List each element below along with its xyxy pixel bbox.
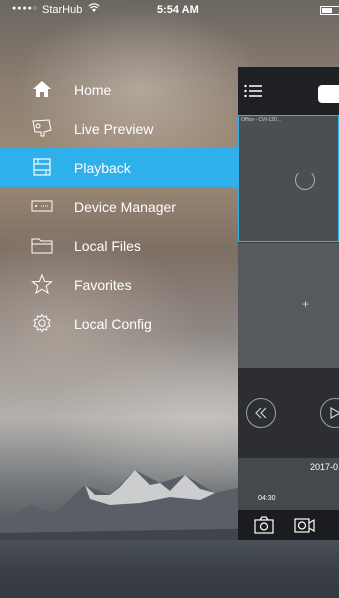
star-icon xyxy=(30,273,54,295)
menu-item-label: Device Manager xyxy=(74,199,176,215)
signal-strength: ●●●●○ xyxy=(12,5,39,12)
menu-item-label: Favorites xyxy=(74,277,132,293)
video-cell-empty[interactable]: + xyxy=(238,243,339,368)
status-time: 5:54 AM xyxy=(157,4,199,16)
main-screen-preview[interactable]: Office - CVI-120... + 2017-0 04:30 xyxy=(238,67,339,540)
rewind-button[interactable] xyxy=(246,398,276,428)
menu-item-playback[interactable]: Playback xyxy=(0,148,238,187)
timeline-time: 04:30 xyxy=(258,495,276,502)
snapshot-camera-icon[interactable] xyxy=(254,516,274,534)
playback-controls xyxy=(238,368,339,458)
side-menu: Home Live Preview Playback Device Manage… xyxy=(0,70,238,343)
menu-item-label: Live Preview xyxy=(74,121,154,137)
record-video-icon[interactable] xyxy=(294,516,315,534)
live-preview-icon xyxy=(30,117,54,139)
home-icon xyxy=(30,78,54,100)
loading-spinner-icon xyxy=(295,170,315,190)
camera-label: Office - CVI-120... xyxy=(241,117,281,123)
add-camera-icon[interactable]: + xyxy=(302,297,309,311)
menu-item-label: Home xyxy=(74,82,112,98)
menu-item-live-preview[interactable]: Live Preview xyxy=(0,109,238,148)
gear-icon xyxy=(30,312,54,334)
menu-item-label: Local Config xyxy=(74,316,152,332)
timeline[interactable]: 2017-0 04:30 xyxy=(238,458,339,510)
bottom-toolbar xyxy=(238,510,339,540)
device-manager-icon xyxy=(30,195,54,217)
status-bar: ●●●●○ StarHub 5:54 AM xyxy=(0,0,339,22)
list-icon[interactable] xyxy=(244,84,262,98)
play-button[interactable] xyxy=(320,398,339,428)
view-toggle[interactable] xyxy=(318,85,339,103)
timeline-date: 2017-0 xyxy=(310,462,339,472)
video-cell-selected[interactable]: Office - CVI-120... xyxy=(238,115,339,242)
battery-icon xyxy=(320,6,339,15)
menu-item-label: Playback xyxy=(74,160,131,176)
menu-item-local-config[interactable]: Local Config xyxy=(0,304,238,343)
menu-item-home[interactable]: Home xyxy=(0,70,238,109)
menu-item-device-manager[interactable]: Device Manager xyxy=(0,187,238,226)
top-bar xyxy=(238,67,339,115)
menu-item-favorites[interactable]: Favorites xyxy=(0,265,238,304)
wifi-icon xyxy=(88,3,100,16)
playback-icon xyxy=(30,156,54,178)
menu-item-local-files[interactable]: Local Files xyxy=(0,226,238,265)
carrier-name: StarHub xyxy=(42,4,83,16)
lake-water xyxy=(0,540,339,598)
folder-icon xyxy=(30,234,54,256)
menu-item-label: Local Files xyxy=(74,238,141,254)
